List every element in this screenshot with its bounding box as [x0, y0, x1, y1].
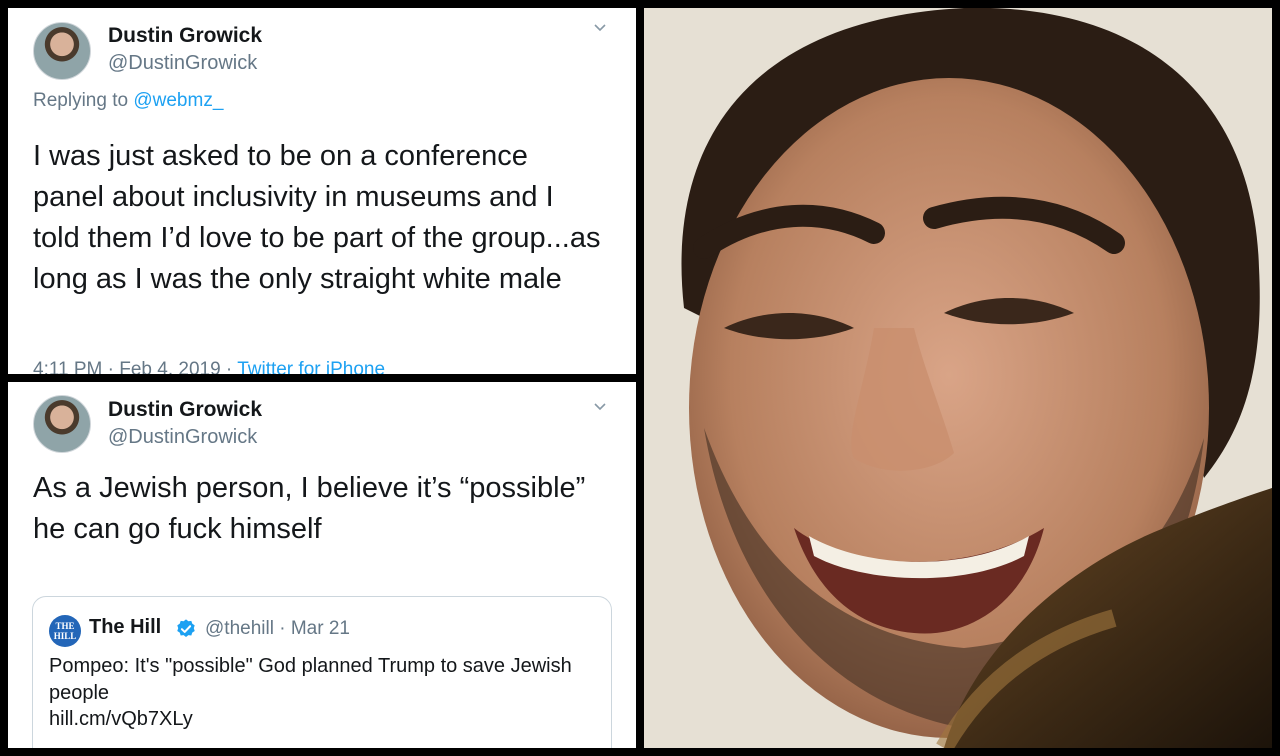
quoted-text: Pompeo: It's "possible" God planned Trum… [49, 655, 572, 704]
author-handle[interactable]: @DustinGrowick [108, 426, 257, 449]
chevron-down-icon[interactable] [592, 399, 608, 415]
timestamp[interactable]: 4:11 PM · Feb 4, 2019 · [33, 359, 237, 374]
chevron-down-icon[interactable] [592, 20, 608, 36]
avatar[interactable] [33, 22, 91, 80]
replying-to: Replying to @webmz_ [33, 90, 223, 112]
tweet-text: I was just asked to be on a conference p… [33, 140, 601, 295]
verified-badge-icon [177, 619, 195, 637]
source-link[interactable]: Twitter for iPhone [237, 359, 385, 374]
quoted-handle-date[interactable]: @thehill · Mar 21 [205, 618, 350, 640]
author-handle[interactable]: @DustinGrowick [108, 52, 257, 75]
avatar[interactable] [33, 395, 91, 453]
quoted-author-name[interactable]: The Hill [89, 616, 161, 639]
quoted-tweet[interactable]: THE HILL The Hill @thehill · Mar 21 Pomp… [32, 596, 612, 748]
tweet-metadata: 4:11 PM · Feb 4, 2019 · Twitter for iPho… [33, 359, 385, 374]
portrait-illustration [644, 8, 1272, 748]
quoted-link[interactable]: hill.cm/vQb7XLy [49, 708, 193, 731]
portrait-photo [644, 8, 1272, 748]
the-hill-logo[interactable]: THE HILL [49, 615, 81, 647]
reply-mention-link[interactable]: @webmz_ [133, 90, 223, 111]
replying-label: Replying to [33, 90, 134, 111]
tweet-card-1[interactable]: Dustin Growick @DustinGrowick Replying t… [8, 8, 636, 374]
tweet-card-2[interactable]: Dustin Growick @DustinGrowick As a Jewis… [8, 382, 636, 748]
author-name[interactable]: Dustin Growick [108, 24, 262, 48]
tweet-text: As a Jewish person, I believe it’s “poss… [33, 472, 586, 545]
author-name[interactable]: Dustin Growick [108, 398, 262, 422]
